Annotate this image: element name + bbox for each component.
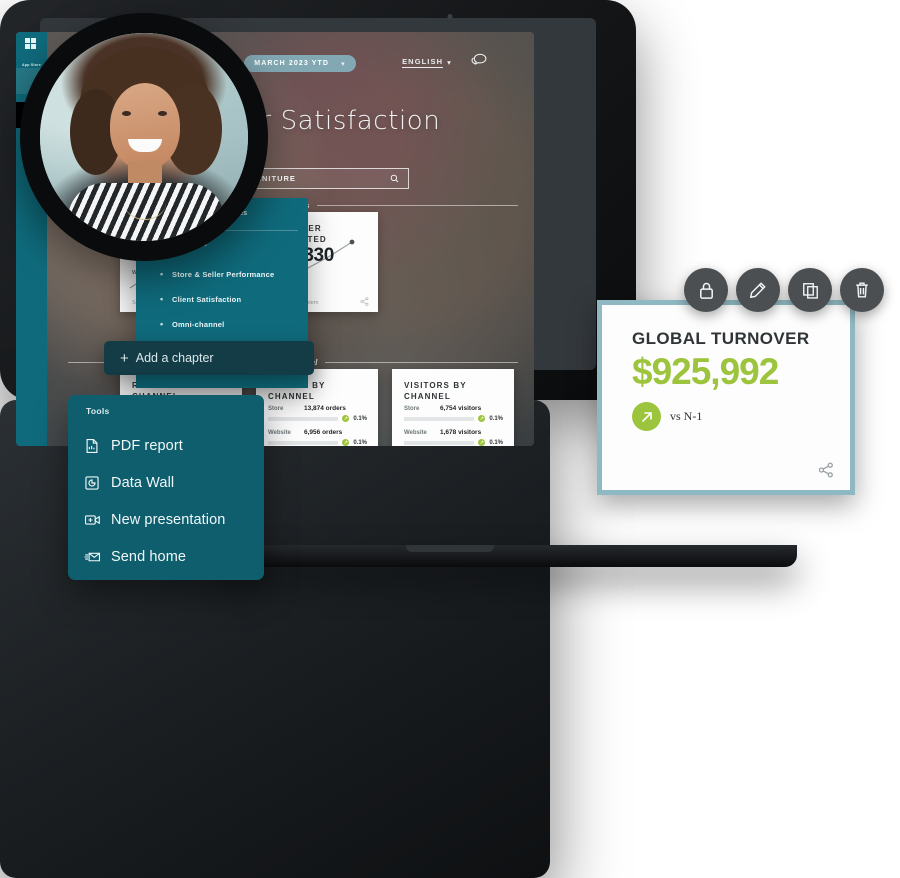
channel-row-value: 6,956 orders [304, 429, 343, 436]
edit-button[interactable] [736, 268, 780, 312]
channel-card-title: VISITORS BY CHANNEL [404, 381, 467, 401]
tools-item-data-wall[interactable]: Data Wall [84, 464, 254, 501]
search-icon[interactable] [390, 174, 399, 183]
pencil-icon [748, 280, 768, 300]
channel-row: Website 1,678 visitors ↗ 0.1% [404, 429, 503, 446]
tools-item-pdf-report[interactable]: PDF report [84, 427, 254, 464]
copy-icon [801, 281, 820, 300]
avatar-face [110, 83, 180, 169]
trend-dot-icon: ↗ [342, 439, 350, 446]
channel-row: Store 6,754 visitors ↗ 0.1% [404, 405, 503, 422]
tools-item-label: Send home [111, 548, 187, 565]
pdf-report-icon [84, 438, 100, 454]
add-chapter-label: Add a chapter [135, 351, 214, 365]
channel-row-value: 1,678 visitors [440, 429, 482, 436]
channel-row-name: Website [404, 430, 427, 436]
global-turnover-title: GLOBAL TURNOVER [632, 329, 810, 348]
channel-row-name: Store [268, 406, 284, 412]
channel-rows: Store 13,874 orders ↗ 0.1% Website 6,956… [268, 405, 367, 446]
tools-item-label: Data Wall [111, 474, 175, 491]
tools-item-label: New presentation [111, 511, 226, 528]
trend-dot-icon: ↗ [478, 439, 486, 446]
channel-card-visitors[interactable]: VISITORS BY CHANNEL Store 6,754 visitors… [392, 369, 514, 446]
add-chapter-button[interactable]: + Add a chapter [104, 341, 314, 375]
progress-bar-track [268, 440, 339, 445]
data-wall-icon [84, 475, 100, 491]
avatar[interactable] [40, 33, 248, 241]
language-label: ENGLISH [402, 57, 444, 68]
arrow-up-right-icon [632, 402, 661, 431]
progress-bar-track [268, 416, 339, 421]
channel-rows: Store 6,754 visitors ↗ 0.1% Website 1,67… [404, 405, 503, 446]
duplicate-button[interactable] [788, 268, 832, 312]
global-turnover-trend-label: vs N-1 [670, 409, 703, 423]
share-icon[interactable] [818, 462, 834, 478]
global-turnover-value: $925,992 [632, 351, 779, 392]
avatar-eye [158, 111, 167, 116]
channel-row: Website 6,956 orders ↗ 0.1% [268, 429, 367, 446]
new-presentation-icon [84, 512, 100, 528]
tools-panel-title: Tools [86, 406, 110, 416]
channel-row-pct: 0.1% [489, 415, 503, 422]
chapter-item-client-satisfaction[interactable]: Client Satisfaction [160, 294, 300, 304]
date-filter-dropdown[interactable]: MARCH 2023 YTD ▾ [244, 55, 356, 72]
tools-item-label: PDF report [111, 437, 183, 454]
chapter-list: Store & Seller Performance Client Satisf… [160, 269, 300, 345]
delete-button[interactable] [840, 268, 884, 312]
send-home-icon [84, 549, 101, 565]
channel-row: Store 13,874 orders ↗ 0.1% [268, 405, 367, 422]
channel-row-name: Website [268, 430, 291, 436]
language-selector[interactable]: ENGLISH ▾ [402, 57, 452, 68]
channel-row-value: 13,874 orders [304, 405, 346, 412]
channel-row-pct: 0.1% [489, 439, 503, 446]
lock-icon [697, 280, 716, 301]
chapter-item-omni-channel[interactable]: Omni-channel [160, 319, 300, 329]
channel-row-pct: 0.1% [353, 439, 367, 446]
progress-bar-track [404, 416, 475, 421]
grid-icon [25, 38, 38, 51]
avatar-necklace [124, 185, 166, 220]
global-turnover-trend: vs N-1 [632, 402, 702, 431]
avatar-eye [122, 111, 131, 116]
channel-row-value: 6,754 visitors [440, 405, 482, 412]
tools-item-send-home[interactable]: Send home [84, 538, 254, 575]
chevron-down-icon: ▾ [341, 60, 346, 68]
chevron-down-icon: ▾ [447, 58, 452, 67]
chapter-item-store-seller-performance[interactable]: Store & Seller Performance [160, 269, 300, 279]
lock-button[interactable] [684, 268, 728, 312]
progress-bar-track [404, 440, 475, 445]
plus-icon: + [120, 349, 129, 367]
divider-rule-right [325, 361, 519, 363]
trash-icon [853, 280, 871, 300]
composition-stage: App Store MARCH 2023 YTD ▾ ENGLISH ▾ Cus… [0, 0, 900, 878]
channel-row-name: Store [404, 406, 420, 412]
laptop-base [225, 545, 797, 567]
laptop-camera [447, 14, 453, 19]
global-turnover-panel[interactable]: GLOBAL TURNOVER $925,992 vs N-1 [597, 300, 855, 495]
app-store-label: App Store [22, 63, 41, 67]
global-turnover-card: GLOBAL TURNOVER $925,992 vs N-1 [602, 305, 850, 490]
tools-item-new-presentation[interactable]: New presentation [84, 501, 254, 538]
divider-rule-right [317, 204, 519, 206]
trend-dot-icon: ↗ [342, 415, 350, 422]
tools-panel: Tools PDF report Data Wall New presentat… [68, 395, 264, 580]
date-filter-label: MARCH 2023 YTD [254, 60, 330, 67]
chat-bubbles-icon[interactable] [470, 52, 488, 68]
laptop-base-notch [406, 545, 494, 552]
avatar-ring [20, 13, 268, 261]
tools-list: PDF report Data Wall New presentation Se… [84, 427, 254, 575]
channel-row-pct: 0.1% [353, 415, 367, 422]
trend-dot-icon: ↗ [478, 415, 486, 422]
share-icon[interactable] [360, 297, 369, 306]
